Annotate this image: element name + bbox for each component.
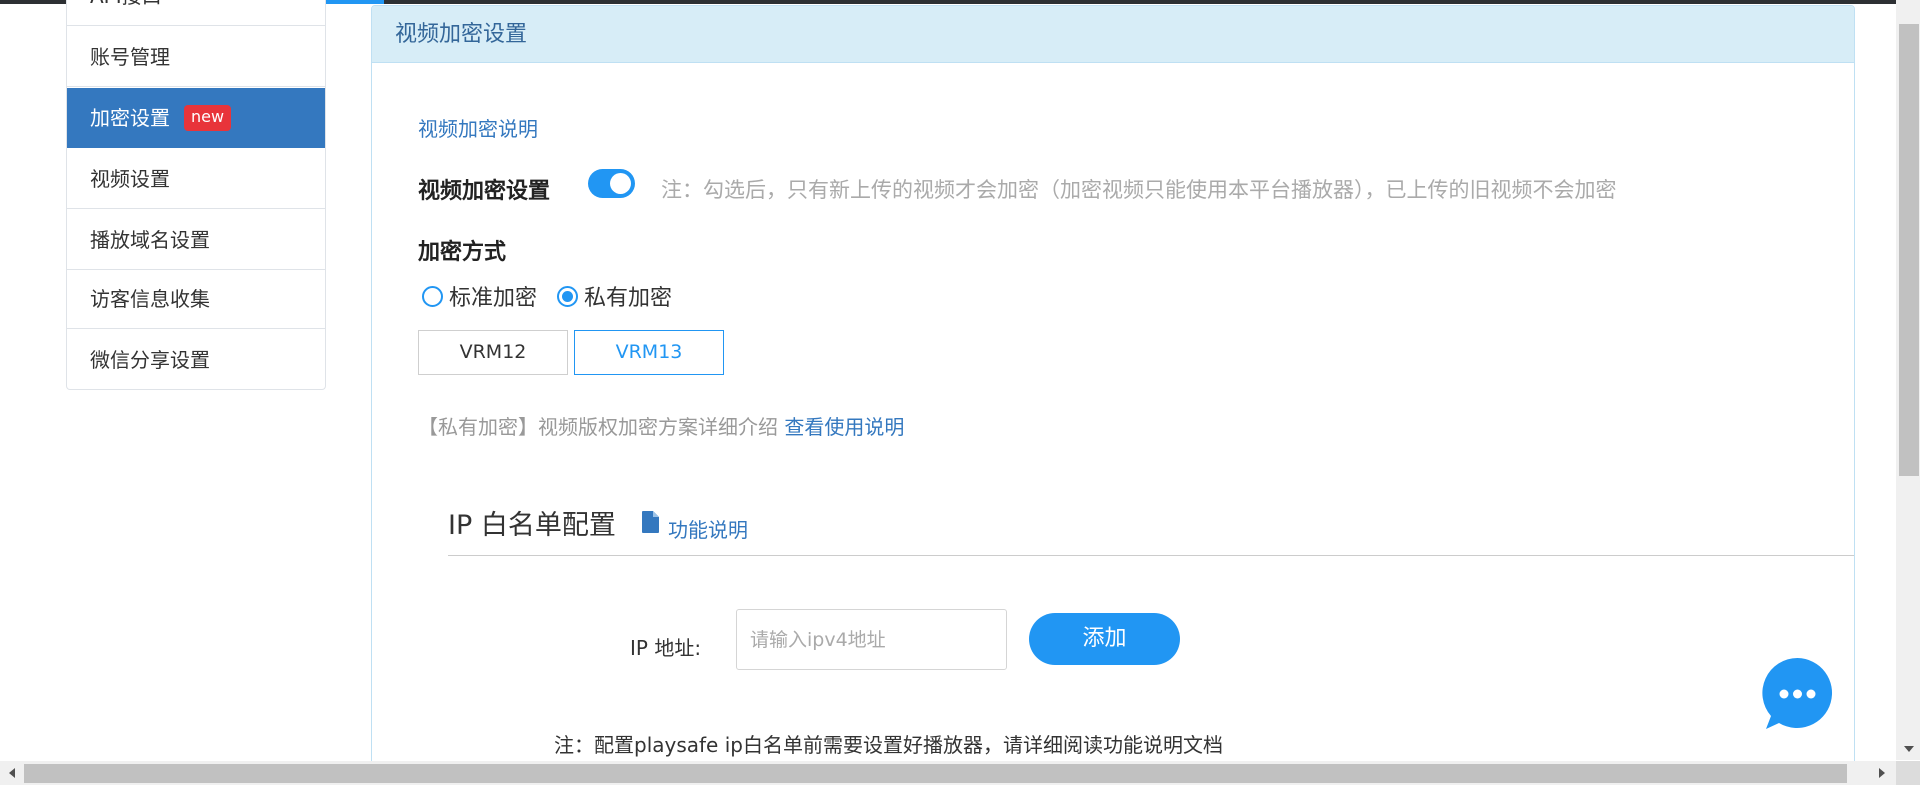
radio-circle[interactable] xyxy=(557,285,578,307)
sidebar-item-label: 视频设置 xyxy=(90,167,170,191)
version-vrm12-button[interactable]: VRM12 xyxy=(418,330,568,375)
private-desc-text: 【私有加密】视频版权加密方案详细介绍 xyxy=(418,415,778,439)
sidebar-item-visitor[interactable]: 访客信息收集 xyxy=(67,269,325,329)
document-icon[interactable] xyxy=(642,511,660,533)
sidebar-item-wechat[interactable]: 微信分享设置 xyxy=(67,330,325,390)
view-instructions-link[interactable]: 查看使用说明 xyxy=(784,415,904,439)
radio-label: 私有加密 xyxy=(584,286,673,311)
function-description-link[interactable]: 功能说明 xyxy=(668,514,748,543)
sidebar-item-account[interactable]: 账号管理 xyxy=(67,27,325,87)
encrypt-note: 注：勾选后，只有新上传的视频才会加密（加密视频只能使用本平台播放器），已上传的旧… xyxy=(661,178,1617,202)
panel-title: 视频加密设置 xyxy=(372,6,1854,63)
encryption-description-link[interactable]: 视频加密说明 xyxy=(418,113,538,142)
new-badge: new xyxy=(184,104,232,131)
version-vrm13-button[interactable]: VRM13 xyxy=(574,330,724,375)
ip-whitelist-title: IP 白名单配置 xyxy=(448,510,616,541)
sidebar: API接口 账号管理 加密设置 new 视频设置 播放域名设置 访客信息收集 微信… xyxy=(66,0,326,390)
sidebar-item-label: 账号管理 xyxy=(90,45,170,69)
sidebar-item-label: 微信分享设置 xyxy=(90,348,210,372)
ip-address-input[interactable] xyxy=(736,609,1007,670)
radio-circle[interactable] xyxy=(422,285,443,307)
private-encryption-desc: 【私有加密】视频版权加密方案详细介绍 查看使用说明 xyxy=(418,411,904,440)
section-divider xyxy=(448,555,1854,556)
chat-bubble-icon[interactable] xyxy=(1760,656,1835,731)
radio-standard[interactable]: 标准加密 xyxy=(422,280,537,312)
radio-private[interactable]: 私有加密 xyxy=(557,280,672,312)
scroll-left-arrow-icon[interactable] xyxy=(3,764,21,782)
sidebar-item-label: 播放域名设置 xyxy=(90,228,210,252)
add-button[interactable]: 添加 xyxy=(1029,613,1180,665)
sidebar-item-video[interactable]: 视频设置 xyxy=(67,149,325,209)
encrypt-setting-label: 视频加密设置 xyxy=(418,179,551,204)
toggle-knob xyxy=(610,173,631,194)
scrollbar-corner xyxy=(1896,761,1920,785)
method-label: 加密方式 xyxy=(418,240,507,265)
encrypt-toggle[interactable] xyxy=(588,169,635,198)
sidebar-item-encryption[interactable]: 加密设置 new xyxy=(67,88,325,148)
vertical-scroll-thumb[interactable] xyxy=(1899,24,1919,476)
whitelist-note: 注：配置playsafe ip白名单前需要设置好播放器，请详细阅读功能说明文档 xyxy=(554,733,1223,757)
sidebar-item-api[interactable]: API接口 xyxy=(67,0,325,26)
settings-panel: 视频加密设置 视频加密说明 视频加密设置 注：勾选后，只有新上传的视频才会加密（… xyxy=(371,5,1855,785)
sidebar-item-label: 加密设置 xyxy=(90,106,170,130)
sidebar-item-domain[interactable]: 播放域名设置 xyxy=(67,210,325,270)
scroll-down-arrow-icon[interactable] xyxy=(1900,740,1918,758)
scroll-right-arrow-icon[interactable] xyxy=(1873,764,1891,782)
ip-address-label: IP 地址: xyxy=(630,636,702,660)
radio-label: 标准加密 xyxy=(449,286,538,311)
sidebar-item-label: 访客信息收集 xyxy=(90,287,210,311)
horizontal-scroll-thumb[interactable] xyxy=(24,764,1847,783)
